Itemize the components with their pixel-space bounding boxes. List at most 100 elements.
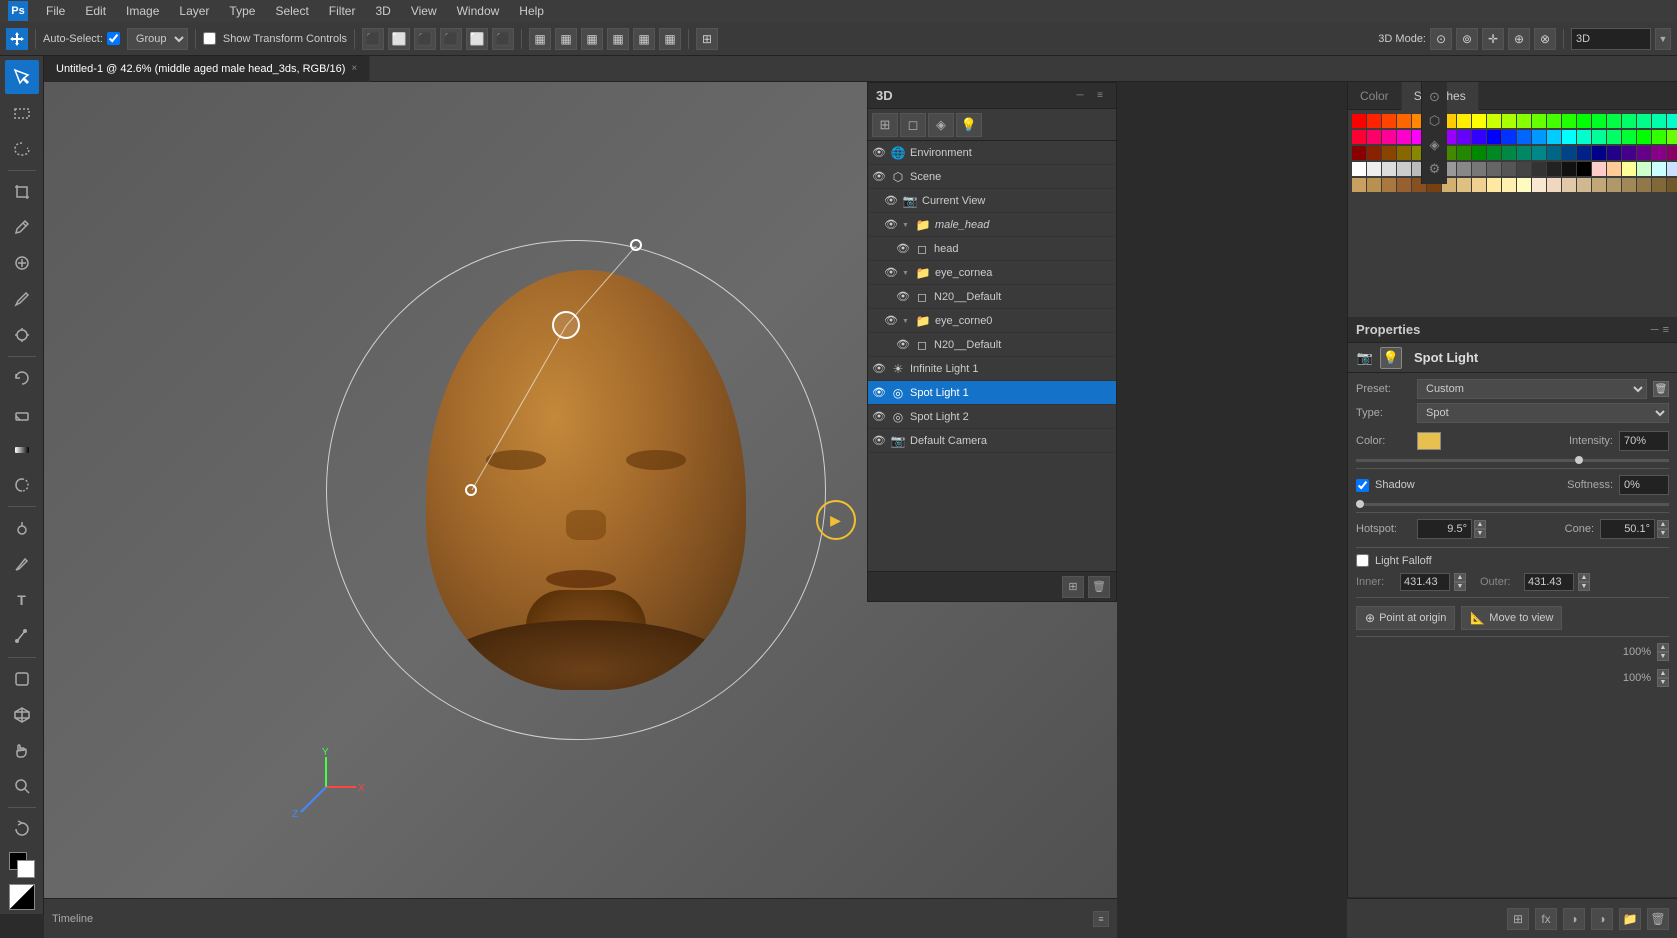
hand-tool[interactable] <box>5 733 39 767</box>
healing-tool[interactable] <box>5 246 39 280</box>
swatch-cell[interactable] <box>1592 178 1606 192</box>
3d-panel-collapse-btn[interactable]: ─ <box>1072 88 1088 104</box>
menu-3d[interactable]: 3D <box>367 2 398 20</box>
preset-delete-btn[interactable]: 🗑 <box>1653 381 1669 397</box>
swatch-cell[interactable] <box>1457 130 1471 144</box>
auto-select-dropdown[interactable]: Group Layer <box>127 28 188 50</box>
nav-material-btn[interactable]: ◈ <box>1424 134 1446 156</box>
swatch-cell[interactable] <box>1532 162 1546 176</box>
swatch-cell[interactable] <box>1487 146 1501 160</box>
cone-stepper[interactable]: ▲ ▼ <box>1657 520 1669 538</box>
color-selector[interactable] <box>9 852 35 878</box>
visibility-current-view[interactable]: 👁 <box>884 194 898 208</box>
swatch-cell[interactable] <box>1382 162 1396 176</box>
shadow-slider[interactable] <box>1356 503 1669 506</box>
swatch-cell[interactable] <box>1592 146 1606 160</box>
point-at-origin-btn[interactable]: ⊕ Point at origin <box>1356 606 1455 630</box>
layer-add-btn[interactable]: ⊞ <box>1507 908 1529 930</box>
3d-filter-light-btn[interactable]: 💡 <box>956 113 982 137</box>
swatch-cell[interactable] <box>1382 178 1396 192</box>
swatch-cell[interactable] <box>1472 178 1486 192</box>
swatch-cell[interactable] <box>1502 130 1516 144</box>
swatch-cell[interactable] <box>1652 162 1666 176</box>
visibility-eye-corne0[interactable]: 👁 <box>884 314 898 328</box>
menu-filter[interactable]: Filter <box>321 2 364 20</box>
distribute-center-v-btn[interactable]: ▦ <box>633 28 655 50</box>
light-color-swatch[interactable] <box>1417 432 1441 450</box>
props-menu-btn[interactable]: ≡ <box>1663 324 1669 336</box>
list-item-male-head[interactable]: 👁 📁 male_head <box>868 213 1116 237</box>
swatch-cell[interactable] <box>1652 114 1666 128</box>
swatch-cell[interactable] <box>1532 114 1546 128</box>
swatch-cell[interactable] <box>1502 146 1516 160</box>
visibility-n20-2[interactable]: 👁 <box>896 338 910 352</box>
swatch-cell[interactable] <box>1352 130 1366 144</box>
align-center-h-btn[interactable]: ⬜ <box>388 28 410 50</box>
swatch-cell[interactable] <box>1577 162 1591 176</box>
expand-eye-cornea[interactable] <box>902 268 909 277</box>
swatch-cell[interactable] <box>1667 146 1677 160</box>
menu-edit[interactable]: Edit <box>77 2 114 20</box>
lasso-tool[interactable] <box>5 132 39 166</box>
swatch-cell[interactable] <box>1397 146 1411 160</box>
percent-2-down[interactable]: ▼ <box>1657 678 1669 687</box>
softness-input[interactable]: 0% <box>1619 475 1669 495</box>
3d-filter-material-btn[interactable]: ◈ <box>928 113 954 137</box>
distribute-top-btn[interactable]: ▦ <box>607 28 629 50</box>
swatch-cell[interactable] <box>1367 114 1381 128</box>
list-item-current-view[interactable]: 👁 📷 Current View <box>868 189 1116 213</box>
align-top-btn[interactable]: ⬛ <box>440 28 462 50</box>
timeline-menu-btn[interactable]: ≡ <box>1093 911 1109 927</box>
swatch-cell[interactable] <box>1607 178 1621 192</box>
swatch-cell[interactable] <box>1397 178 1411 192</box>
swatch-cell[interactable] <box>1637 162 1651 176</box>
swatch-cell[interactable] <box>1577 114 1591 128</box>
swatch-cell[interactable] <box>1487 162 1501 176</box>
gradient-tool[interactable] <box>5 433 39 467</box>
swatch-cell[interactable] <box>1562 178 1576 192</box>
swatch-cell[interactable] <box>1367 178 1381 192</box>
swatch-cell[interactable] <box>1562 146 1576 160</box>
swatch-cell[interactable] <box>1577 146 1591 160</box>
hotspot-up[interactable]: ▲ <box>1474 520 1486 529</box>
swatch-cell[interactable] <box>1622 114 1636 128</box>
visibility-infinite-light-1[interactable]: 👁 <box>872 362 886 376</box>
swatch-cell[interactable] <box>1637 178 1651 192</box>
selection-tool[interactable] <box>5 60 39 94</box>
swatch-cell[interactable] <box>1577 178 1591 192</box>
inner-up[interactable]: ▲ <box>1454 573 1466 582</box>
swatch-cell[interactable] <box>1532 130 1546 144</box>
swatch-cell[interactable] <box>1622 130 1636 144</box>
swatch-cell[interactable] <box>1457 114 1471 128</box>
swatch-cell[interactable] <box>1517 146 1531 160</box>
swatch-cell[interactable] <box>1517 114 1531 128</box>
crop-tool[interactable] <box>5 175 39 209</box>
visibility-spot-light-1[interactable]: 👁 <box>872 386 886 400</box>
history-brush-tool[interactable] <box>5 361 39 395</box>
outer-down[interactable]: ▼ <box>1578 582 1590 591</box>
background-color[interactable] <box>17 860 35 878</box>
blur-tool[interactable] <box>5 468 39 502</box>
list-item-n20-2[interactable]: 👁 ◻ N20__Default <box>868 333 1116 357</box>
swatch-cell[interactable] <box>1622 146 1636 160</box>
swatch-cell[interactable] <box>1562 130 1576 144</box>
align-left-btn[interactable]: ⬛ <box>362 28 384 50</box>
3d-filter-scene-btn[interactable]: ⊞ <box>872 113 898 137</box>
swatch-cell[interactable] <box>1502 162 1516 176</box>
swatch-cell[interactable] <box>1577 130 1591 144</box>
swatch-cell[interactable] <box>1607 130 1621 144</box>
light-control-top[interactable] <box>630 239 642 251</box>
swatch-cell[interactable] <box>1637 114 1651 128</box>
swatch-cell[interactable] <box>1352 178 1366 192</box>
distribute-right-btn[interactable]: ▦ <box>581 28 603 50</box>
swatch-cell[interactable] <box>1457 178 1471 192</box>
swatch-cell[interactable] <box>1637 146 1651 160</box>
type-select[interactable]: Spot Infinite Point Image Based <box>1417 403 1669 423</box>
3d-pan-btn[interactable]: ✛ <box>1482 28 1504 50</box>
swatch-cell[interactable] <box>1502 114 1516 128</box>
nav-props-btn[interactable]: ⚙ <box>1424 158 1446 180</box>
eraser-tool[interactable] <box>5 397 39 431</box>
swatch-cell[interactable] <box>1652 178 1666 192</box>
auto-select-checkbox[interactable] <box>107 32 120 45</box>
3d-filter-mesh-btn[interactable]: ◻ <box>900 113 926 137</box>
